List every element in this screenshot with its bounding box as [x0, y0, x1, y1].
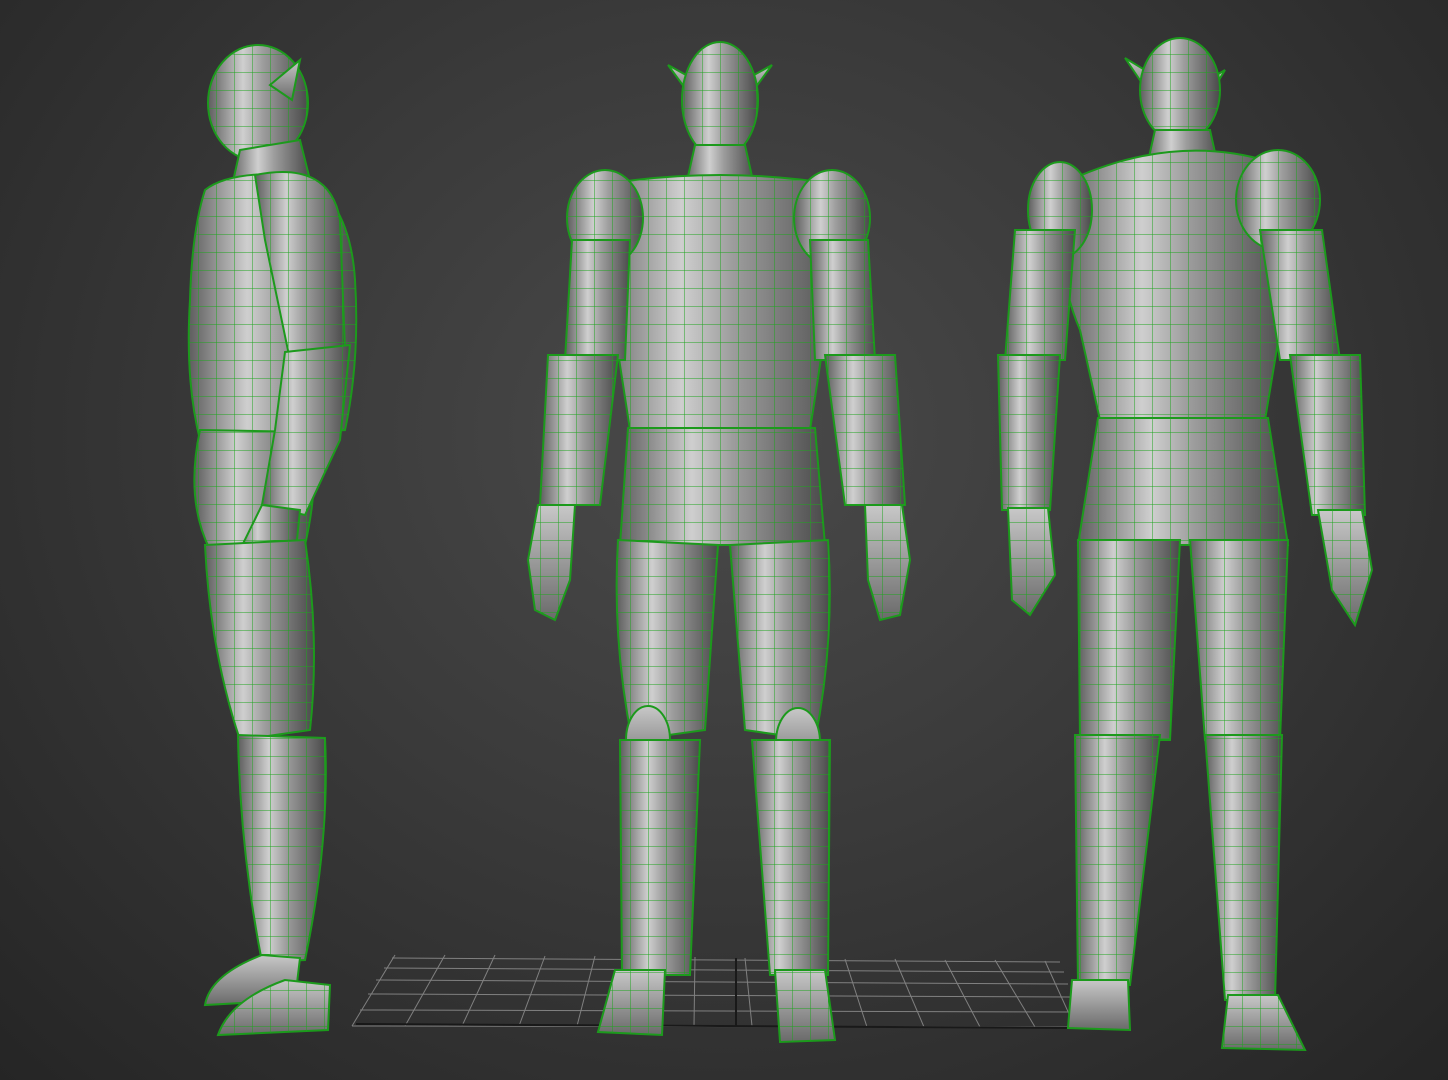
model-side-view[interactable]	[187, 44, 358, 1037]
model-back-view[interactable]	[996, 37, 1374, 1052]
model-front-view[interactable]	[526, 41, 912, 1044]
3d-viewport[interactable]	[0, 0, 1448, 1080]
viewport-scene	[187, 37, 1374, 1052]
ground-grid	[351, 954, 1081, 1029]
